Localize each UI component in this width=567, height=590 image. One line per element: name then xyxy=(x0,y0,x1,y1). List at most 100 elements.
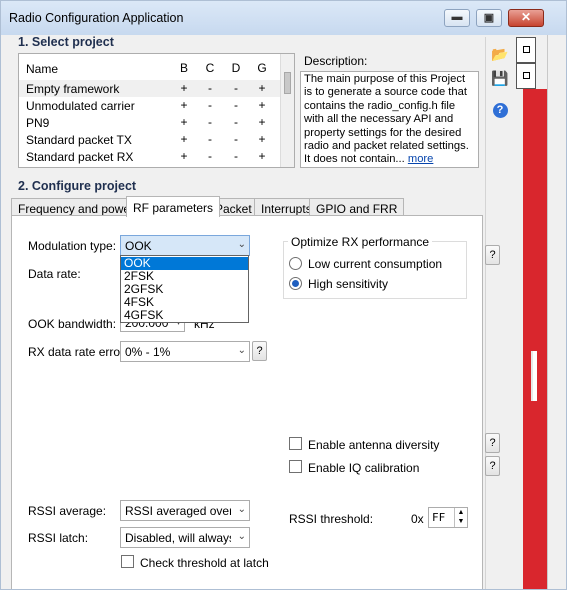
row-flag-c: - xyxy=(208,149,212,163)
high-sensitivity-label[interactable]: High sensitivity xyxy=(308,277,388,291)
high-sensitivity-radio[interactable] xyxy=(289,277,302,290)
column-header-d: D xyxy=(231,61,241,75)
table-row[interactable]: Unmodulated carrier + - - + xyxy=(19,97,281,114)
red-side-panel xyxy=(523,89,547,589)
row-name: Standard packet RX xyxy=(26,150,134,164)
row-name: Empty framework xyxy=(26,82,120,96)
row-flag-c: - xyxy=(208,132,212,146)
rssi-average-label: RSSI average: xyxy=(28,504,107,518)
table-row[interactable]: Standard packet TX + - - + xyxy=(19,131,281,148)
modulation-type-select[interactable]: OOK ⌄ xyxy=(120,235,250,256)
project-table[interactable]: Name B C D G Empty framework + - - + Unm… xyxy=(18,53,295,168)
spinner-arrows-icon[interactable]: ▲ ▼ xyxy=(454,508,467,527)
side-panel-tab-2[interactable] xyxy=(516,63,536,89)
minimize-icon: ▬ xyxy=(451,11,463,23)
data-rate-label: Data rate: xyxy=(28,267,81,281)
project-table-scrollbar[interactable] xyxy=(280,54,294,167)
close-icon: ✕ xyxy=(520,10,532,24)
row-flag-b: + xyxy=(180,132,188,146)
rx-data-rate-error-help-button[interactable]: ? xyxy=(252,341,267,361)
check-threshold-checkbox[interactable] xyxy=(121,555,134,568)
modulation-type-label: Modulation type: xyxy=(28,239,117,253)
rssi-threshold-label: RSSI threshold: xyxy=(289,512,374,526)
row-flag-b: + xyxy=(180,115,188,129)
rx-data-rate-error-label: RX data rate error: xyxy=(28,345,128,359)
maximize-icon: ▣ xyxy=(483,12,495,24)
antenna-diversity-checkbox[interactable] xyxy=(289,437,302,450)
square-icon xyxy=(523,72,530,79)
iq-calibration-checkbox[interactable] xyxy=(289,460,302,473)
tab-rf-parameters[interactable]: RF parameters xyxy=(126,196,221,217)
window-right-edge xyxy=(547,35,566,589)
row-name: Unmodulated carrier xyxy=(26,99,135,113)
rssi-average-select[interactable]: RSSI averaged over 4 ⌄ xyxy=(120,500,250,521)
open-folder-icon[interactable]: 📂 xyxy=(490,45,510,63)
save-icon[interactable]: 💾 xyxy=(490,69,510,87)
table-row[interactable]: Empty framework + - - + xyxy=(19,80,281,97)
column-header-g: G xyxy=(257,61,267,75)
row-flag-c: - xyxy=(208,98,212,112)
low-current-label[interactable]: Low current consumption xyxy=(308,257,442,271)
description-label: Description: xyxy=(304,54,368,68)
minimize-button[interactable]: ▬ xyxy=(444,9,470,27)
check-threshold-label[interactable]: Check threshold at latch xyxy=(140,556,269,570)
row-flag-d: - xyxy=(234,98,238,112)
iq-calibration-help-button[interactable]: ? xyxy=(485,456,500,476)
rssi-threshold-input[interactable]: FF ▲ ▼ xyxy=(428,507,468,528)
antenna-diversity-label[interactable]: Enable antenna diversity xyxy=(308,438,439,452)
rssi-latch-select[interactable]: Disabled, will always re ⌄ xyxy=(120,527,250,548)
configure-project-heading: 2. Configure project xyxy=(18,179,137,193)
maximize-button[interactable]: ▣ xyxy=(476,9,502,27)
description-more-link[interactable]: more xyxy=(408,153,434,165)
side-panel-tab-1[interactable] xyxy=(516,37,536,63)
close-button[interactable]: ✕ xyxy=(508,9,544,27)
optimize-rx-help-button[interactable]: ? xyxy=(485,245,500,265)
row-flag-b: + xyxy=(180,149,188,163)
optimize-rx-title: Optimize RX performance xyxy=(288,235,433,249)
rssi-threshold-value: FF xyxy=(432,511,446,524)
window-title: Radio Configuration Application xyxy=(9,11,184,25)
row-flag-g: + xyxy=(258,98,266,112)
row-flag-g: + xyxy=(258,81,266,95)
tab-frequency-and-power[interactable]: Frequency and power xyxy=(11,198,142,216)
rx-data-rate-error-value: 0% - 1% xyxy=(125,345,171,359)
select-project-heading: 1. Select project xyxy=(18,35,114,49)
tab-gpio-and-frr[interactable]: GPIO and FRR xyxy=(309,198,405,216)
rssi-threshold-prefix: 0x xyxy=(411,512,424,526)
row-flag-g: + xyxy=(258,132,266,146)
square-icon xyxy=(523,46,530,53)
row-flag-b: + xyxy=(180,81,188,95)
table-header: Name B C D G xyxy=(19,60,281,77)
iq-calibration-label[interactable]: Enable IQ calibration xyxy=(308,461,419,475)
row-flag-d: - xyxy=(234,149,238,163)
row-flag-b: + xyxy=(180,98,188,112)
app-window: Radio Configuration Application ▬ ▣ ✕ 1.… xyxy=(0,0,567,590)
dropdown-option-4gfsk[interactable]: 4GFSK xyxy=(121,309,248,322)
row-flag-d: - xyxy=(234,81,238,95)
description-text: The main purpose of this Project is to g… xyxy=(304,73,469,166)
scrollbar-thumb[interactable] xyxy=(284,72,291,94)
row-flag-d: - xyxy=(234,115,238,129)
title-bar: Radio Configuration Application ▬ ▣ ✕ xyxy=(1,1,566,35)
rssi-latch-value: Disabled, will always re xyxy=(125,531,231,545)
chevron-down-icon: ⌄ xyxy=(237,504,246,515)
table-row[interactable]: Standard packet RX + - - + xyxy=(19,148,281,165)
table-row[interactable]: PN9 + - - + xyxy=(19,114,281,131)
splitter-grip[interactable] xyxy=(531,351,537,401)
column-header-c: C xyxy=(205,61,215,75)
chevron-down-icon: ⌄ xyxy=(237,531,246,542)
rssi-average-value: RSSI averaged over 4 xyxy=(125,504,231,518)
row-flag-g: + xyxy=(258,115,266,129)
rx-data-rate-error-select[interactable]: 0% - 1% ⌄ xyxy=(120,341,250,362)
rssi-latch-label: RSSI latch: xyxy=(28,531,89,545)
chevron-down-icon: ⌄ xyxy=(237,345,246,356)
help-button[interactable]: ? xyxy=(490,99,510,118)
column-header-b: B xyxy=(179,61,188,75)
low-current-radio[interactable] xyxy=(289,257,302,270)
antenna-diversity-help-button[interactable]: ? xyxy=(485,433,500,453)
row-name: Standard packet TX xyxy=(26,133,132,147)
row-flag-d: - xyxy=(234,132,238,146)
modulation-type-dropdown[interactable]: OOK 2FSK 2GFSK 4FSK 4GFSK xyxy=(120,255,249,323)
row-name: PN9 xyxy=(26,116,50,130)
modulation-type-value: OOK xyxy=(125,239,152,253)
